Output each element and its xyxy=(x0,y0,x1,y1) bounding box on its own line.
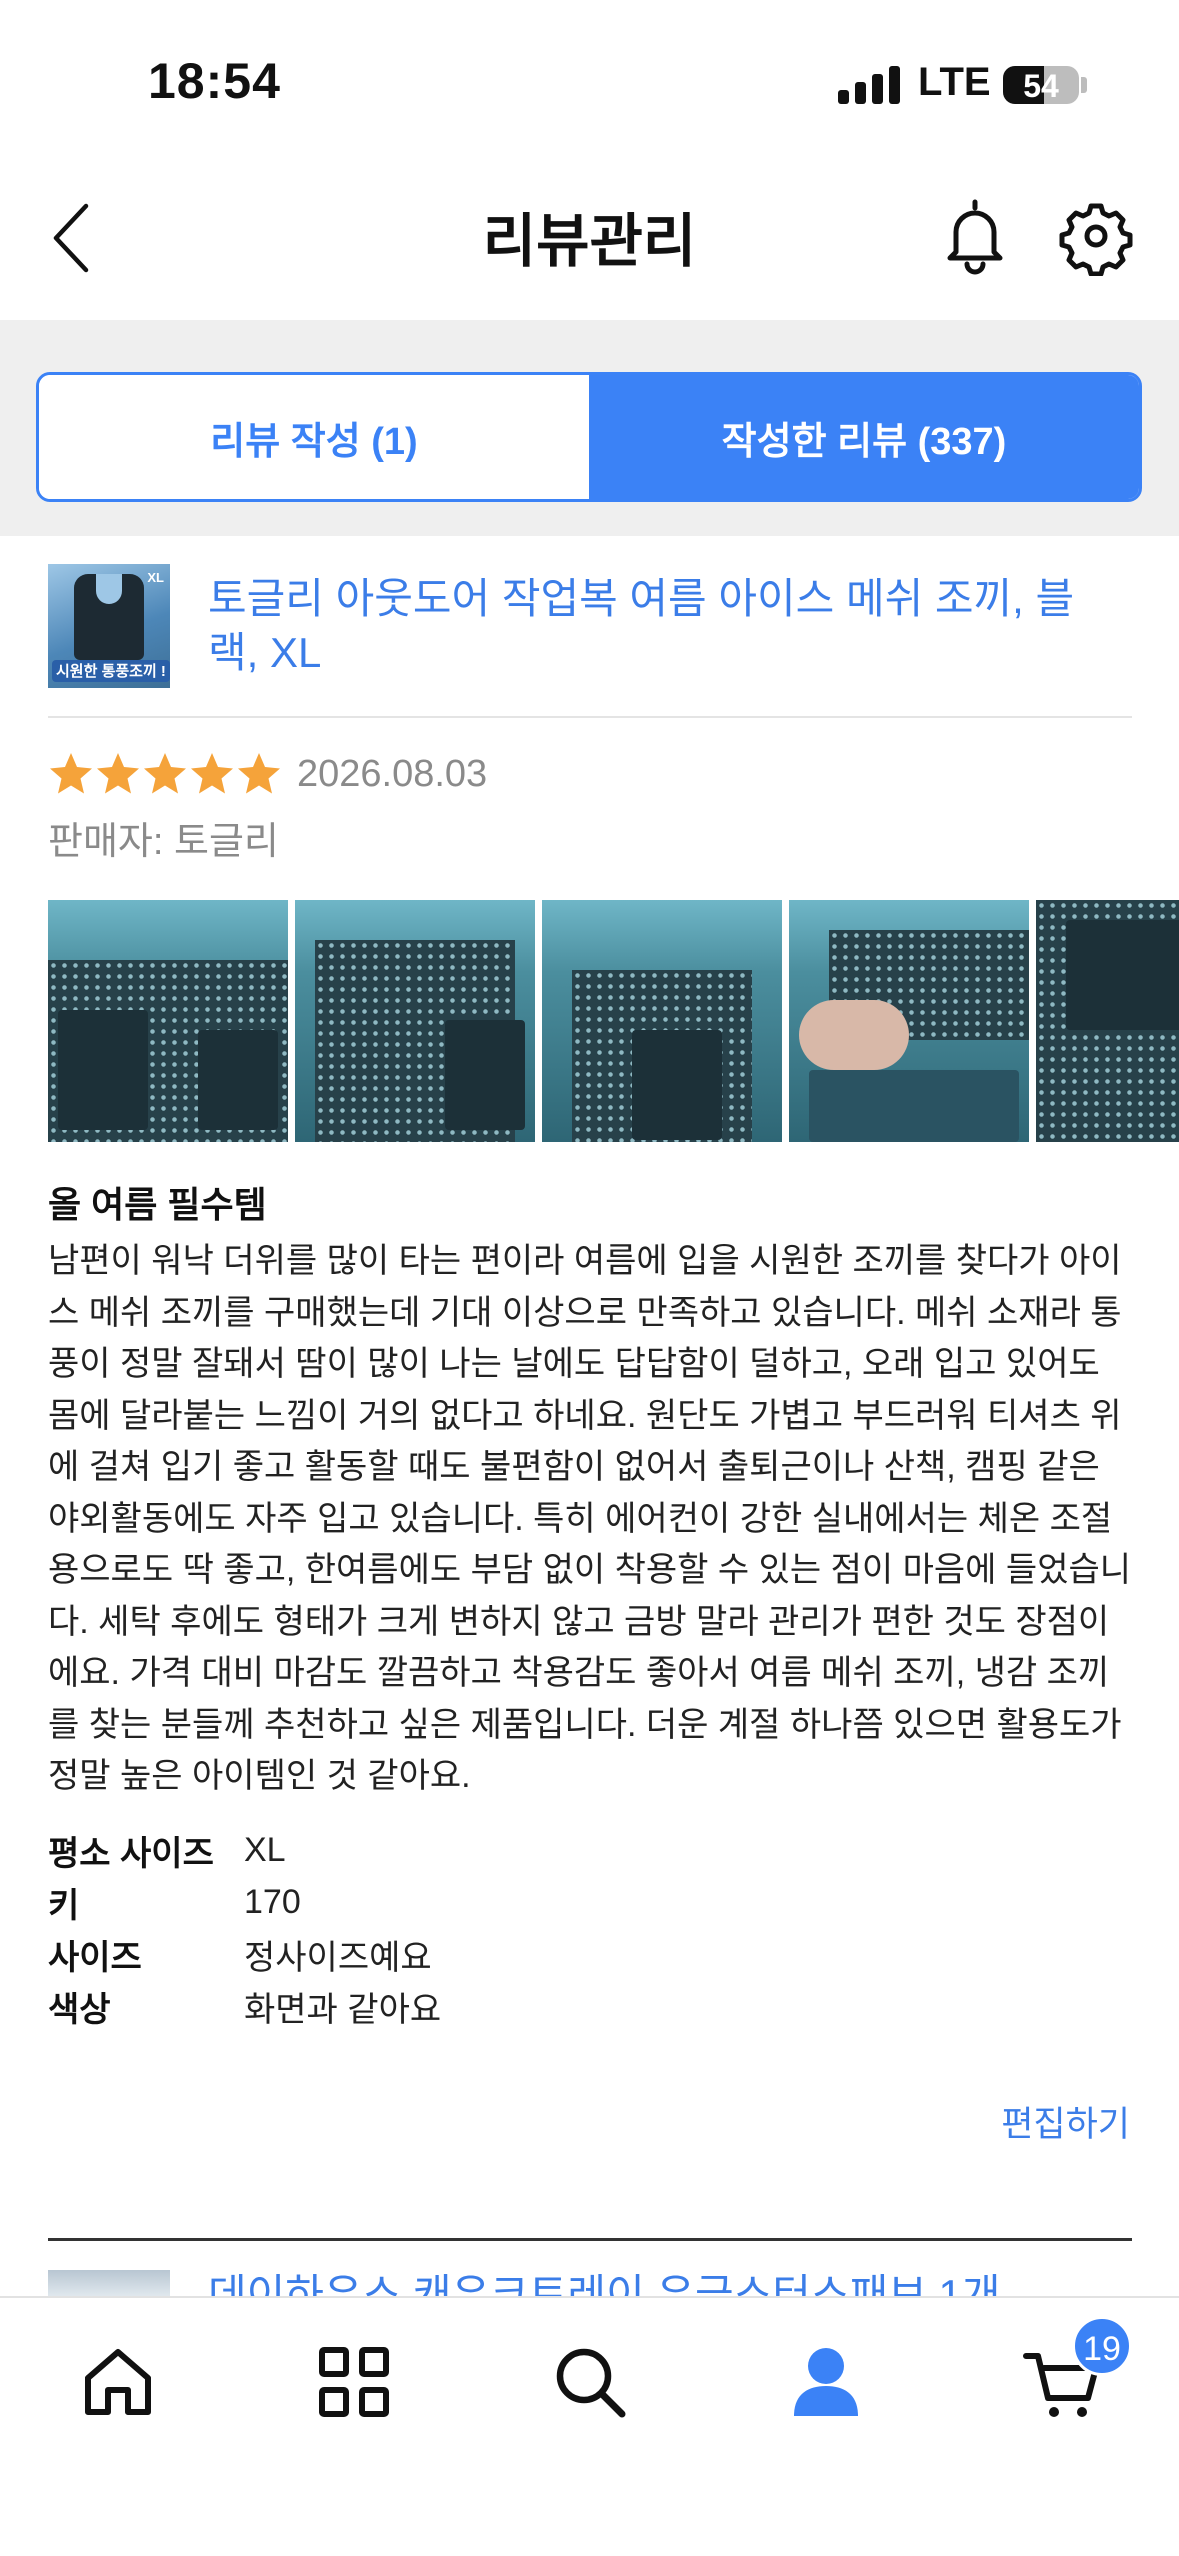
spec-value: 화면과 같아요 xyxy=(244,1990,442,2029)
profile-icon[interactable] xyxy=(786,2342,866,2422)
review-photo[interactable] xyxy=(789,900,1029,1142)
tab-written-reviews[interactable]: 작성한 리뷰 (337) xyxy=(589,375,1139,499)
spec-label: 사이즈 xyxy=(48,1938,142,1977)
header: 리뷰관리 xyxy=(0,160,1179,320)
review-date: 2026.08.03 xyxy=(297,752,488,795)
bell-icon[interactable] xyxy=(940,196,1010,276)
home-icon[interactable] xyxy=(78,2342,158,2422)
review-photo[interactable] xyxy=(48,900,288,1142)
thumbnail-size-tag: XL xyxy=(147,570,164,585)
divider xyxy=(48,716,1132,718)
review-specs: 평소 사이즈 XL 키 170 사이즈 정사이즈예요 색상 화면과 같아요 xyxy=(48,1824,848,2032)
review-photos[interactable] xyxy=(48,900,1179,1142)
edit-review-link[interactable]: 편집하기 xyxy=(1001,2096,1130,2147)
star-icon xyxy=(97,753,139,794)
status-bar: 18:54 LTE 54 xyxy=(0,0,1179,160)
grid-icon[interactable] xyxy=(314,2342,394,2422)
star-icon xyxy=(238,753,280,794)
thumbnail-caption: 시원한 통풍조끼 ! xyxy=(52,660,170,682)
spec-label: 평소 사이즈 xyxy=(48,1834,214,1873)
bottom-nav xyxy=(0,2296,1179,2556)
spec-row: 키 170 xyxy=(48,1876,848,1928)
next-product-name-link[interactable]: 데이하우스 캐우크트레이 우금스터스패브 1개 xyxy=(208,2268,1108,2296)
vest-image xyxy=(74,574,144,660)
product-thumbnail[interactable]: XL 시원한 통풍조끼 ! xyxy=(48,564,170,688)
tabs-area: 리뷰 작성 (1) 작성한 리뷰 (337) xyxy=(0,320,1179,536)
spec-value: XL xyxy=(244,1830,286,1869)
tab-write-review[interactable]: 리뷰 작성 (1) xyxy=(39,375,589,499)
star-rating xyxy=(48,751,283,797)
network-label: LTE xyxy=(918,60,991,104)
gear-icon[interactable] xyxy=(1058,196,1134,276)
spec-row: 평소 사이즈 XL xyxy=(48,1824,848,1876)
seller-label: 판매자: 토글리 xyxy=(48,821,279,863)
cart-count-badge: 19 xyxy=(1072,2316,1132,2376)
star-icon xyxy=(191,753,233,794)
star-icon xyxy=(144,753,186,794)
search-icon[interactable] xyxy=(550,2342,630,2422)
battery-icon: 54 xyxy=(1003,66,1079,104)
spec-row: 색상 화면과 같아요 xyxy=(48,1980,848,2032)
review-photo[interactable] xyxy=(295,900,535,1142)
review-body: 남편이 워낙 더위를 많이 타는 편이라 여름에 입을 시원한 조끼를 찾다가 … xyxy=(48,1242,1132,1795)
battery-cap xyxy=(1081,77,1087,93)
status-time: 18:54 xyxy=(148,53,281,109)
review-title: 올 여름 필수템 xyxy=(48,1184,267,1225)
spec-label: 색상 xyxy=(48,1990,111,2029)
spec-value: 170 xyxy=(244,1882,301,1921)
review-photo[interactable] xyxy=(542,900,782,1142)
spec-value: 정사이즈예요 xyxy=(244,1938,432,1977)
section-divider xyxy=(48,2238,1132,2241)
rating-row: 2026.08.03 xyxy=(48,746,487,802)
review-tabs: 리뷰 작성 (1) 작성한 리뷰 (337) xyxy=(36,372,1142,502)
battery-level: 54 xyxy=(1023,68,1059,104)
review-photo[interactable] xyxy=(1036,900,1179,1142)
spec-row: 사이즈 정사이즈예요 xyxy=(48,1928,848,1980)
star-icon xyxy=(50,753,92,794)
signal-icon xyxy=(838,64,902,104)
spec-label: 키 xyxy=(48,1886,80,1925)
product-name-link[interactable]: 토글리 아웃도어 작업복 여름 아이스 메쉬 조끼, 블랙, XL xyxy=(208,572,1108,680)
